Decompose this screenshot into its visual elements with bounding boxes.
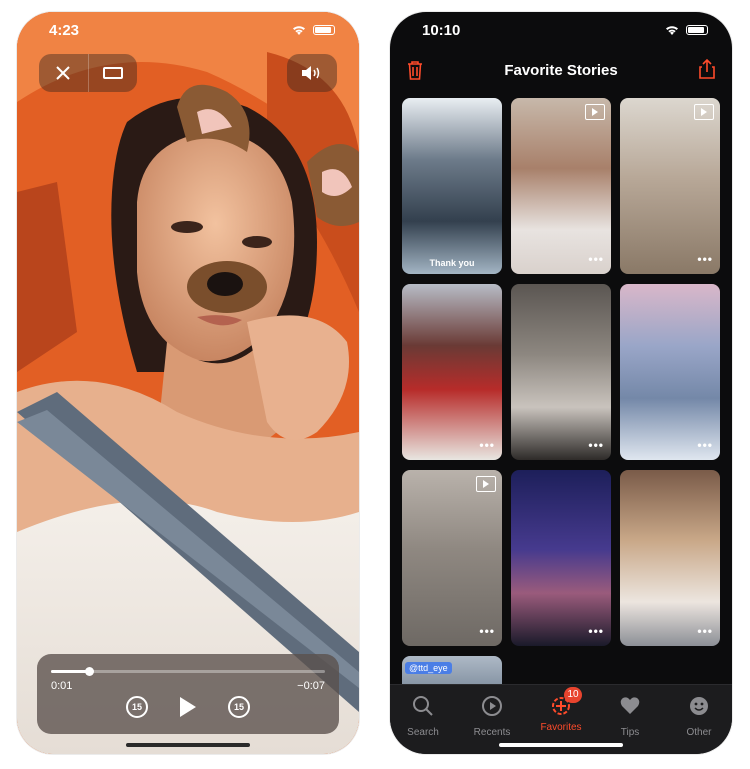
- elapsed-time: 0:01: [51, 680, 73, 692]
- status-time: 10:10: [422, 21, 461, 39]
- story-tile[interactable]: •••: [620, 284, 720, 460]
- more-icon[interactable]: •••: [697, 252, 713, 266]
- skip-back-15-button[interactable]: 15: [126, 696, 148, 718]
- video-icon: [694, 104, 714, 120]
- tab-label: Other: [686, 727, 712, 738]
- more-icon[interactable]: •••: [588, 252, 604, 266]
- story-tile[interactable]: •••: [511, 98, 611, 274]
- aspect-button[interactable]: [87, 54, 138, 92]
- tile-caption: Thank you: [429, 258, 475, 268]
- wifi-icon: [293, 26, 305, 35]
- video-icon: [585, 104, 605, 120]
- progress-knob[interactable]: [85, 667, 95, 676]
- more-icon[interactable]: •••: [588, 624, 604, 638]
- story-tile[interactable]: •••: [511, 284, 611, 460]
- page-title: Favorite Stories: [504, 61, 618, 79]
- story-tile[interactable]: •••: [402, 470, 502, 646]
- tab-other[interactable]: Other: [669, 695, 729, 738]
- skip-forward-label: 15: [233, 702, 244, 712]
- more-icon[interactable]: •••: [588, 438, 604, 452]
- viewer-controls: [39, 54, 137, 92]
- recents-icon: [482, 696, 502, 716]
- status-icons: [291, 24, 335, 36]
- close-button[interactable]: [39, 54, 88, 92]
- username-tag: @ttd_eye: [405, 662, 452, 674]
- wifi-icon: [666, 26, 678, 35]
- nav-bar: Favorite Stories: [390, 48, 732, 92]
- favorites-icon-wrap: 10: [550, 687, 582, 717]
- battery-icon: [313, 25, 335, 35]
- progress-track[interactable]: [51, 667, 325, 676]
- tab-recents[interactable]: Recents: [462, 695, 522, 738]
- volume-button[interactable]: [287, 54, 337, 92]
- tab-favorites[interactable]: 10 Favorites: [531, 687, 591, 733]
- playback-panel: 0:01 −0:07 15 15: [37, 654, 339, 734]
- play-button[interactable]: [180, 697, 196, 717]
- more-icon[interactable]: •••: [479, 624, 495, 638]
- story-photo[interactable]: [17, 12, 359, 754]
- video-icon: [476, 476, 496, 492]
- share-icon[interactable]: [698, 58, 716, 80]
- story-viewer-screen: 4:23 0:01 −0:07 15 15: [17, 12, 359, 754]
- progress-fill: [51, 670, 90, 673]
- playback-buttons: 15 15: [37, 696, 339, 718]
- tab-label: Search: [407, 727, 439, 738]
- story-tile[interactable]: •••: [620, 98, 720, 274]
- story-tile[interactable]: Thank you: [402, 98, 502, 274]
- favorites-badge: 10: [564, 687, 582, 703]
- remaining-time: −0:07: [297, 680, 325, 692]
- search-icon: [413, 696, 433, 716]
- status-time: 4:23: [49, 21, 80, 39]
- close-icon: [56, 66, 70, 80]
- status-icons: [664, 24, 708, 36]
- tab-tips[interactable]: Tips: [600, 695, 660, 738]
- story-tile[interactable]: •••: [620, 470, 720, 646]
- status-bar: 4:23: [17, 12, 359, 48]
- battery-icon: [686, 25, 708, 35]
- more-icon[interactable]: •••: [697, 438, 713, 452]
- skip-back-label: 15: [131, 702, 142, 712]
- story-tile[interactable]: •••: [511, 470, 611, 646]
- aspect-icon: [102, 67, 123, 79]
- heart-icon: [620, 697, 640, 714]
- more-icon[interactable]: •••: [697, 624, 713, 638]
- tab-label: Recents: [473, 727, 511, 738]
- home-indicator: [126, 743, 250, 747]
- favorites-screen: 10:10 Favorite Stories Thank you ••• •••…: [390, 12, 732, 754]
- tab-label: Tips: [620, 727, 640, 738]
- skip-forward-15-button[interactable]: 15: [228, 696, 250, 718]
- status-bar: 10:10: [390, 12, 732, 48]
- speaker-icon: [302, 66, 320, 80]
- tab-search[interactable]: Search: [393, 695, 453, 738]
- home-indicator: [499, 743, 623, 747]
- story-tile[interactable]: •••: [402, 284, 502, 460]
- more-icon[interactable]: •••: [479, 438, 495, 452]
- tab-label: Favorites: [540, 722, 582, 733]
- smiley-icon: [690, 697, 708, 715]
- story-tile[interactable]: @ttd_eye: [402, 656, 502, 684]
